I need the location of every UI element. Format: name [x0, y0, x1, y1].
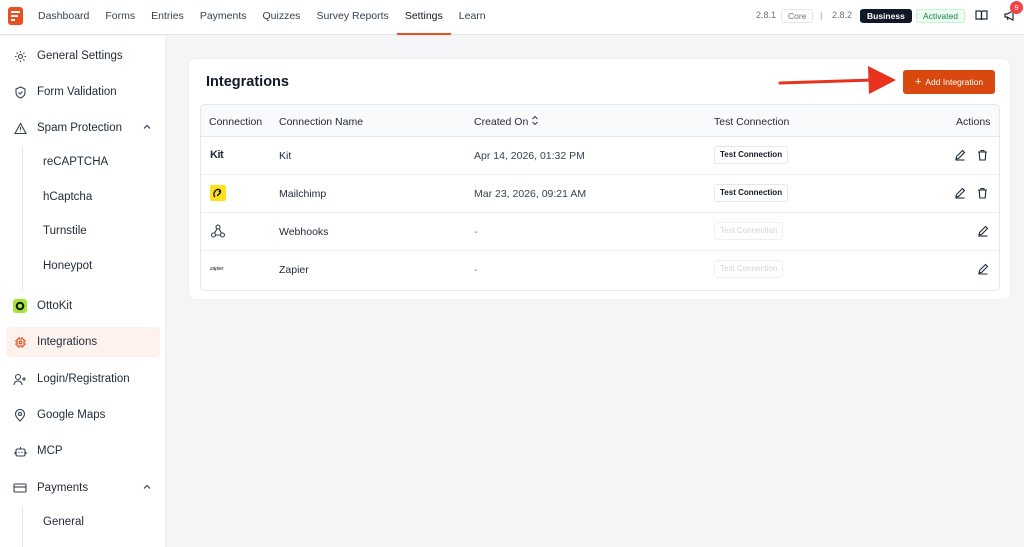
nav-payments[interactable]: Payments	[192, 0, 255, 35]
test-connection-button[interactable]: Test Connection	[714, 146, 789, 164]
test-connection-button[interactable]: Test Connection	[714, 222, 784, 240]
warning-icon	[13, 121, 27, 135]
trash-icon[interactable]	[977, 149, 988, 164]
sidebar-subitem-hcaptcha[interactable]: hCaptcha	[43, 191, 92, 203]
connection-name: Kit	[279, 150, 292, 162]
sidebar-item-label: MCP	[37, 445, 63, 457]
column-actions: Actions	[956, 116, 991, 128]
core-version: 2.8.1	[756, 10, 777, 20]
user-plus-icon	[13, 372, 27, 386]
page-title: Integrations	[206, 74, 289, 90]
version-separator: |	[820, 10, 823, 20]
nav-forms[interactable]: Forms	[97, 0, 143, 35]
sidebar-item-label: Spam Protection	[37, 122, 123, 134]
column-connection: Connection	[209, 116, 263, 128]
created-on: -	[474, 226, 478, 238]
sidebar-item-general-settings[interactable]: General Settings	[6, 41, 160, 71]
submenu-guide-line	[22, 506, 23, 547]
integrations-table: Connection Connection Name Created On Te…	[200, 104, 1000, 291]
table-row: Webhooks - Test Connection	[201, 213, 999, 251]
sidebar-subitem-recaptcha[interactable]: reCAPTCHA	[43, 156, 108, 168]
sidebar-item-label: Login/Registration	[37, 373, 130, 385]
created-on: Mar 23, 2026, 09:21 AM	[474, 188, 587, 200]
sidebar-item-label: Payments	[37, 482, 89, 494]
sidebar-item-integrations[interactable]: Integrations	[6, 327, 160, 357]
edit-icon[interactable]	[977, 263, 989, 278]
test-connection-button[interactable]: Test Connection	[714, 184, 789, 202]
kit-logo: Kit	[210, 149, 224, 161]
table-row: Kit Kit Apr 14, 2026, 01:32 PM Test Conn…	[201, 137, 999, 175]
sidebar-subitem-turnstile[interactable]: Turnstile	[43, 225, 87, 237]
sidebar-item-label: Integrations	[37, 336, 98, 348]
chevron-up-icon[interactable]	[142, 122, 152, 135]
integrations-icon	[13, 335, 27, 349]
main-nav: Dashboard Forms Entries Payments Quizzes…	[30, 0, 494, 35]
plus-icon: +	[914, 76, 922, 88]
annotation-arrow	[778, 66, 896, 94]
business-version: 2.8.2	[832, 10, 853, 20]
nav-quizzes[interactable]: Quizzes	[255, 0, 309, 35]
zapier-logo: zapier	[210, 266, 224, 272]
shield-check-icon	[13, 85, 27, 99]
sidebar-subitem-general[interactable]: General	[43, 516, 84, 528]
created-on: Apr 14, 2026, 01:32 PM	[474, 150, 585, 162]
robot-icon	[13, 444, 27, 458]
nav-survey-reports[interactable]: Survey Reports	[308, 0, 396, 35]
book-icon[interactable]	[975, 9, 988, 25]
core-badge: Core	[781, 9, 814, 23]
gear-icon	[13, 49, 27, 63]
sidebar-item-mcp[interactable]: MCP	[6, 436, 160, 466]
table-row: zapier Zapier - Test Connection	[201, 251, 999, 289]
edit-icon[interactable]	[954, 149, 966, 164]
sidebar-item-google-maps[interactable]: Google Maps	[6, 400, 160, 430]
sidebar-item-label: OttoKit	[37, 300, 73, 312]
sort-icon[interactable]	[531, 115, 539, 129]
mailchimp-logo	[210, 185, 226, 204]
connection-name: Zapier	[279, 264, 309, 276]
sidebar-item-payments[interactable]: Payments	[6, 473, 160, 503]
test-connection-button[interactable]: Test Connection	[714, 260, 784, 278]
sidebar-item-label: General Settings	[37, 50, 123, 62]
sidebar-item-login-registration[interactable]: Login/Registration	[6, 364, 160, 394]
column-test-connection: Test Connection	[714, 116, 790, 128]
sidebar-item-spam-protection[interactable]: Spam Protection	[6, 113, 160, 143]
sidebar-item-ottokit[interactable]: OttoKit	[6, 291, 160, 321]
table-header: Connection Connection Name Created On Te…	[201, 105, 999, 137]
column-created-on[interactable]: Created On	[474, 116, 528, 128]
business-badge: Business	[860, 9, 912, 23]
sidebar-subitem-honeypot[interactable]: Honeypot	[43, 260, 92, 272]
nav-settings[interactable]: Settings	[396, 0, 451, 35]
nav-learn[interactable]: Learn	[451, 0, 494, 35]
sidebar-item-label: Form Validation	[37, 86, 117, 98]
sidebar-item-form-validation[interactable]: Form Validation	[6, 77, 160, 107]
app-logo[interactable]	[8, 7, 23, 25]
submenu-guide-line	[22, 146, 23, 290]
card-icon	[13, 481, 27, 495]
webhooks-icon	[210, 223, 226, 242]
activated-badge: Activated	[916, 9, 965, 23]
add-integration-label: Add Integration	[925, 77, 984, 87]
nav-entries[interactable]: Entries	[143, 0, 192, 35]
connection-name: Webhooks	[279, 226, 329, 238]
created-on: -	[474, 264, 478, 276]
table-row: Mailchimp Mar 23, 2026, 09:21 AM Test Co…	[201, 175, 999, 213]
nav-dashboard[interactable]: Dashboard	[30, 0, 97, 35]
ottokit-icon	[13, 299, 27, 313]
chevron-up-icon[interactable]	[142, 482, 152, 495]
sidebar-item-label: Google Maps	[37, 409, 106, 421]
column-connection-name: Connection Name	[279, 116, 364, 128]
map-pin-icon	[13, 408, 27, 422]
connection-name: Mailchimp	[279, 188, 327, 200]
notification-badge: 9	[1010, 1, 1023, 14]
edit-icon[interactable]	[977, 225, 989, 240]
trash-icon[interactable]	[977, 187, 988, 202]
add-integration-button[interactable]: + Add Integration	[903, 70, 995, 94]
settings-sidebar: General Settings Form Validation Spam Pr…	[0, 36, 166, 547]
top-navigation-bar: Dashboard Forms Entries Payments Quizzes…	[0, 0, 1024, 35]
edit-icon[interactable]	[954, 187, 966, 202]
